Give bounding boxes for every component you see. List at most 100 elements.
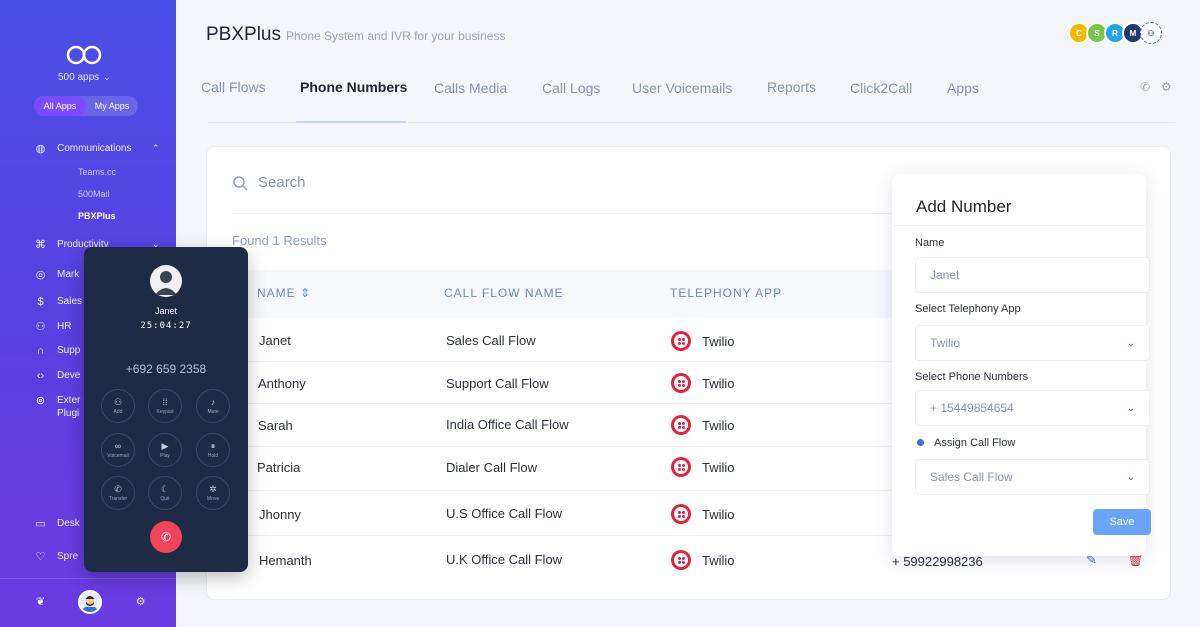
sidebar-item-communications[interactable]: ◍ Communications	[34, 142, 132, 155]
sidebar-item-spread[interactable]: ♡ Spre	[34, 550, 79, 563]
my-apps-tab[interactable]: My Apps	[86, 96, 138, 116]
sidebar-item-plugins[interactable]: Plugi	[57, 408, 79, 419]
transfer-button[interactable]: ✆ Transfer	[101, 476, 135, 510]
search-icon	[233, 175, 248, 191]
chevron-up-icon[interactable]: ⌃	[152, 143, 160, 154]
all-apps-tab[interactable]: All Apps	[34, 96, 86, 116]
tab-apps[interactable]: Apps	[947, 77, 979, 99]
play-icon: ▶	[161, 440, 169, 451]
app-filter-toggle: All Apps My Apps	[34, 96, 138, 116]
name-field[interactable]: Janet	[915, 257, 1150, 293]
phone-numbers-select[interactable]: + 15449854654 ⌄	[915, 390, 1150, 426]
add-user-icon[interactable]: ⚇	[1140, 22, 1162, 44]
sidebar-subitem-pbxplus[interactable]: PBXPlus	[78, 211, 116, 221]
save-button[interactable]: Save	[1093, 509, 1151, 535]
sidebar-item-hr[interactable]: ⚇ HR	[34, 320, 72, 333]
user-icon: ⚇	[35, 321, 46, 333]
key-label: Keypad	[156, 408, 174, 415]
sidebar-item-desktop[interactable]: ▭ Desk	[34, 517, 80, 530]
twilio-icon	[671, 550, 691, 570]
chevron-down-icon: ⌄	[1126, 402, 1135, 414]
sidebar-item-label: Sales	[57, 296, 83, 307]
voicemail-button[interactable]: ∞ Voicemail	[101, 433, 135, 467]
row-call-flow: Dialer Call Flow	[446, 460, 538, 475]
sidebar-subitem-teams[interactable]: Teams.cc	[78, 167, 116, 177]
tab-click2call[interactable]: Click2Call	[850, 77, 912, 99]
name-label: Name	[915, 237, 945, 249]
add-call-button[interactable]: ⚇ Add	[101, 389, 135, 423]
sidebar-subitem-500mail[interactable]: 500Mail	[78, 189, 110, 199]
voicemail-icon: ∞	[114, 440, 122, 451]
sidebar-item-sales[interactable]: $ Sales	[34, 295, 82, 308]
key-label: Hold	[207, 452, 219, 459]
sidebar-item-label: Supp	[57, 345, 81, 356]
key-label: Add	[113, 408, 123, 415]
caller-avatar	[150, 265, 182, 297]
row-telephony-app: Twilio	[702, 418, 735, 433]
user-avatar[interactable]	[78, 590, 102, 614]
leaf-icon[interactable]: ❦	[34, 595, 47, 608]
gear-icon[interactable]: ⚙	[1161, 80, 1172, 94]
hangup-icon: ✆	[160, 530, 172, 544]
apps-count-dropdown[interactable]: 500 apps ⌄	[58, 72, 111, 83]
tab-calls-media[interactable]: Calls Media	[434, 77, 507, 99]
row-divider	[232, 490, 892, 491]
team-avatars: C S R M ⚇	[1068, 22, 1162, 44]
assign-call-flow-radio[interactable]	[917, 439, 924, 446]
tab-reports[interactable]: Reports	[767, 76, 816, 98]
heart-icon: ♡	[35, 551, 46, 563]
globe-icon: ◍	[35, 143, 46, 155]
caller-name: Janet	[154, 306, 178, 316]
quit-button[interactable]: ☾ Quit	[148, 476, 182, 510]
row-name: Sarah	[258, 418, 293, 433]
keypad-button[interactable]: ⁞⁞ Keypad	[148, 389, 182, 423]
panel-title: Add Number	[916, 197, 1012, 216]
add-user-icon: ⚇	[113, 396, 123, 407]
sidebar-item-label: Plugi	[57, 408, 80, 419]
row-name: Patricia	[257, 460, 301, 475]
row-call-flow: U.K Office Call Flow	[446, 552, 563, 567]
key-label: Move	[206, 495, 220, 502]
settings-icon[interactable]: ⚙	[134, 595, 147, 608]
twilio-icon	[671, 504, 691, 524]
tab-call-flows[interactable]: Call Flows	[201, 76, 266, 98]
phone-icon[interactable]: ✆	[1140, 80, 1150, 94]
sidebar-item-external[interactable]: ⊚ Exter	[34, 394, 80, 407]
mute-button[interactable]: ♪ Mute	[196, 389, 230, 423]
hangup-button[interactable]: ✆	[150, 521, 182, 553]
sidebar-item-label: Deve	[57, 370, 81, 381]
column-header-name[interactable]: NAME ⇕	[257, 286, 311, 300]
hold-button[interactable]: ⏸ Hold	[196, 433, 230, 467]
sidebar-item-support[interactable]: ∩ Supp	[34, 344, 81, 357]
telephony-app-value: Twilio	[930, 336, 961, 350]
telephony-app-select[interactable]: Twilio ⌄	[915, 325, 1150, 361]
row-phone-number: + 59922998236	[892, 554, 983, 569]
key-label: Voicemail	[107, 452, 129, 459]
key-label: Mute	[207, 408, 219, 415]
move-button[interactable]: ✲ Move	[196, 476, 230, 510]
play-button[interactable]: ▶ Play	[148, 433, 182, 467]
transfer-icon: ✆	[114, 483, 122, 494]
tab-phone-numbers[interactable]: Phone Numbers	[300, 76, 407, 98]
command-icon: ⌘	[35, 239, 46, 251]
tab-user-voicemails[interactable]: User Voicemails	[632, 77, 732, 99]
row-divider	[232, 361, 892, 362]
search-underline	[232, 213, 892, 214]
telephony-app-label: Select Telephony App	[915, 303, 1021, 315]
target-icon: ◎	[35, 269, 46, 281]
sidebar-item-developer[interactable]: ‹› Deve	[34, 369, 81, 382]
tab-call-logs[interactable]: Call Logs	[542, 77, 600, 99]
microphone-icon: ♪	[210, 396, 216, 407]
search-input[interactable]: Search	[232, 174, 306, 191]
twilio-icon	[671, 373, 691, 393]
phone-number-value: + 15449854654	[930, 401, 1014, 415]
twilio-icon	[671, 415, 691, 435]
row-divider	[232, 403, 892, 404]
app-logo-icon	[66, 45, 102, 65]
headset-icon: ∩	[36, 344, 45, 357]
sidebar-item-marketing[interactable]: ◎ Mark	[34, 268, 80, 281]
sort-icon[interactable]: ⇕	[300, 286, 311, 300]
key-label: Quit	[160, 495, 170, 502]
call-flow-select[interactable]: Sales Call Flow ⌄	[915, 459, 1150, 495]
phone-numbers-label: Select Phone Numbers	[915, 371, 1029, 383]
